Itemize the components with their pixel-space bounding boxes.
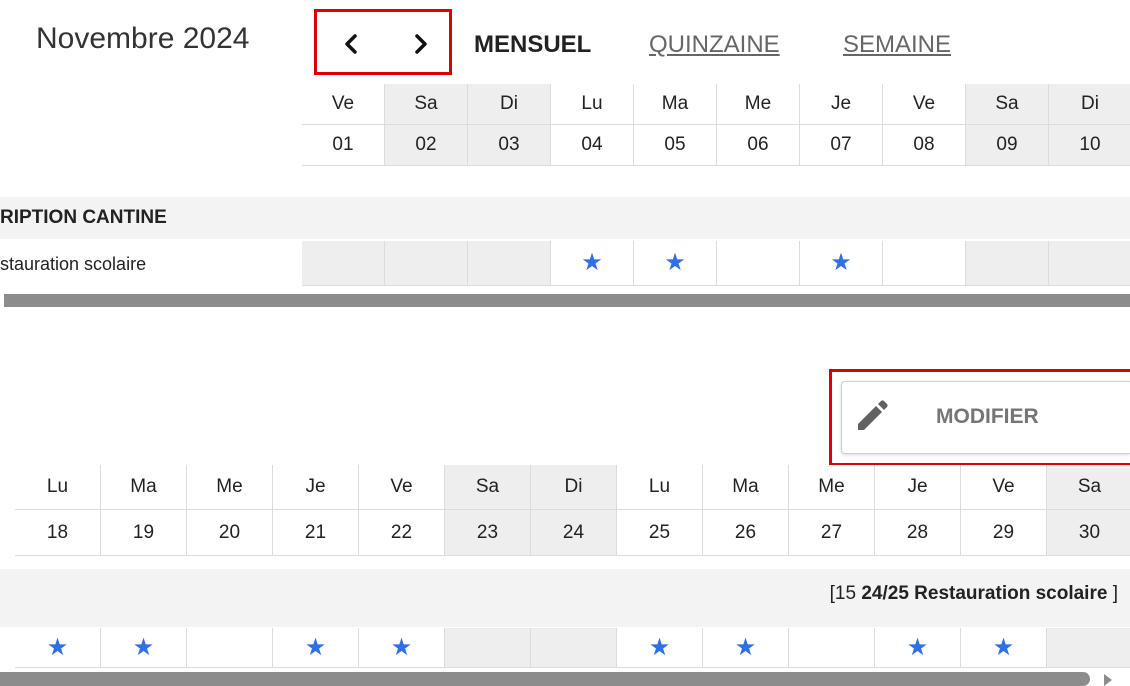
star-icon: ★ (304, 633, 327, 661)
star-icon: ★ (132, 633, 155, 661)
pencil-icon (854, 398, 890, 434)
reservation-cell[interactable]: ★ (875, 628, 961, 668)
date-header: 25 (617, 510, 703, 556)
date-header: 09 (966, 125, 1049, 166)
day-of-week-header: Me (789, 465, 875, 510)
date-header: 05 (634, 125, 717, 166)
date-header: 26 (703, 510, 789, 556)
reservation-cell[interactable]: ★ (961, 628, 1047, 668)
day-of-week-header: Ma (703, 465, 789, 510)
reservation-cell[interactable]: ★ (634, 241, 717, 286)
period-label: [15 24/25 Restauration scolaire ] (829, 583, 1118, 604)
date-header: 27 (789, 510, 875, 556)
day-of-week-header: Sa (445, 465, 531, 510)
day-cell (717, 241, 800, 286)
star-icon: ★ (830, 249, 852, 276)
star-icon: ★ (46, 633, 69, 661)
day-of-week-header: Lu (15, 465, 101, 510)
star-icon: ★ (581, 249, 603, 276)
day-of-week-header: Ve (359, 465, 445, 510)
day-of-week-header: Di (531, 465, 617, 510)
chevron-right-icon (415, 34, 427, 54)
day-cell (385, 241, 468, 286)
date-header: 30 (1047, 510, 1130, 556)
day-of-week-header: Sa (1047, 465, 1130, 510)
date-header: 02 (385, 125, 468, 166)
date-header: 04 (551, 125, 634, 166)
reservation-cell[interactable]: ★ (800, 241, 883, 286)
day-cell (789, 628, 875, 668)
row-label: stauration scolaire (0, 254, 147, 274)
reservation-cell[interactable]: ★ (703, 628, 789, 668)
day-of-week-header: Di (1049, 84, 1130, 125)
reservation-cell[interactable]: ★ (617, 628, 703, 668)
day-of-week-header: Je (273, 465, 359, 510)
day-of-week-header: Ve (883, 84, 966, 125)
month-title: Novembre 2024 (36, 22, 250, 55)
star-icon: ★ (390, 633, 413, 661)
day-of-week-header: Sa (966, 84, 1049, 125)
view-fortnight-tab[interactable]: QUINZAINE (649, 29, 780, 61)
day-of-week-header: Lu (617, 465, 703, 510)
date-header: 03 (468, 125, 551, 166)
view-monthly-tab[interactable]: MENSUEL (474, 29, 591, 61)
star-icon: ★ (734, 633, 757, 661)
day-cell (883, 241, 966, 286)
day-of-week-header: Sa (385, 84, 468, 125)
date-header: 20 (187, 510, 273, 556)
day-of-week-header: Me (187, 465, 273, 510)
day-of-week-header: Ma (634, 84, 717, 125)
view-week-tab[interactable]: SEMAINE (843, 29, 951, 61)
day-cell (1049, 241, 1130, 286)
horizontal-scrollbar-top[interactable] (4, 294, 1130, 307)
reservation-cell[interactable]: ★ (15, 628, 101, 668)
date-header: 29 (961, 510, 1047, 556)
star-icon: ★ (664, 249, 686, 276)
day-of-week-header: Me (717, 84, 800, 125)
date-header: 21 (273, 510, 359, 556)
date-header: 19 (101, 510, 187, 556)
day-cell (468, 241, 551, 286)
date-header: 23 (445, 510, 531, 556)
scroll-right-arrow-icon[interactable] (1104, 674, 1112, 686)
date-header: 08 (883, 125, 966, 166)
date-header: 10 (1049, 125, 1130, 166)
day-cell (187, 628, 273, 668)
day-of-week-header: Ma (101, 465, 187, 510)
day-cell (302, 241, 385, 286)
day-of-week-header: Lu (551, 84, 634, 125)
day-cell (966, 241, 1049, 286)
star-icon: ★ (648, 633, 671, 661)
star-icon: ★ (992, 633, 1015, 661)
day-of-week-header: Ve (961, 465, 1047, 510)
reservation-cell[interactable]: ★ (551, 241, 634, 286)
day-of-week-header: Di (468, 84, 551, 125)
reservation-cell[interactable]: ★ (359, 628, 445, 668)
previous-month-button[interactable] (337, 29, 365, 59)
day-of-week-header: Je (800, 84, 883, 125)
day-of-week-header: Je (875, 465, 961, 510)
reservation-cell[interactable]: ★ (101, 628, 187, 668)
date-header: 06 (717, 125, 800, 166)
date-header: 18 (15, 510, 101, 556)
day-cell (445, 628, 531, 668)
day-cell (531, 628, 617, 668)
section-label: RIPTION CANTINE (0, 207, 167, 228)
date-header: 28 (875, 510, 961, 556)
next-month-button[interactable] (407, 29, 435, 59)
star-icon: ★ (906, 633, 929, 661)
date-header: 22 (359, 510, 445, 556)
date-header: 24 (531, 510, 617, 556)
reservation-cell[interactable]: ★ (273, 628, 359, 668)
horizontal-scrollbar-bottom[interactable] (0, 672, 1090, 686)
modify-button-label: MODIFIER (936, 405, 1039, 428)
section-header-row (0, 197, 1130, 239)
date-header: 01 (302, 125, 385, 166)
chevron-left-icon (345, 34, 357, 54)
date-header: 07 (800, 125, 883, 166)
day-cell (1047, 628, 1130, 668)
day-of-week-header: Ve (302, 84, 385, 125)
